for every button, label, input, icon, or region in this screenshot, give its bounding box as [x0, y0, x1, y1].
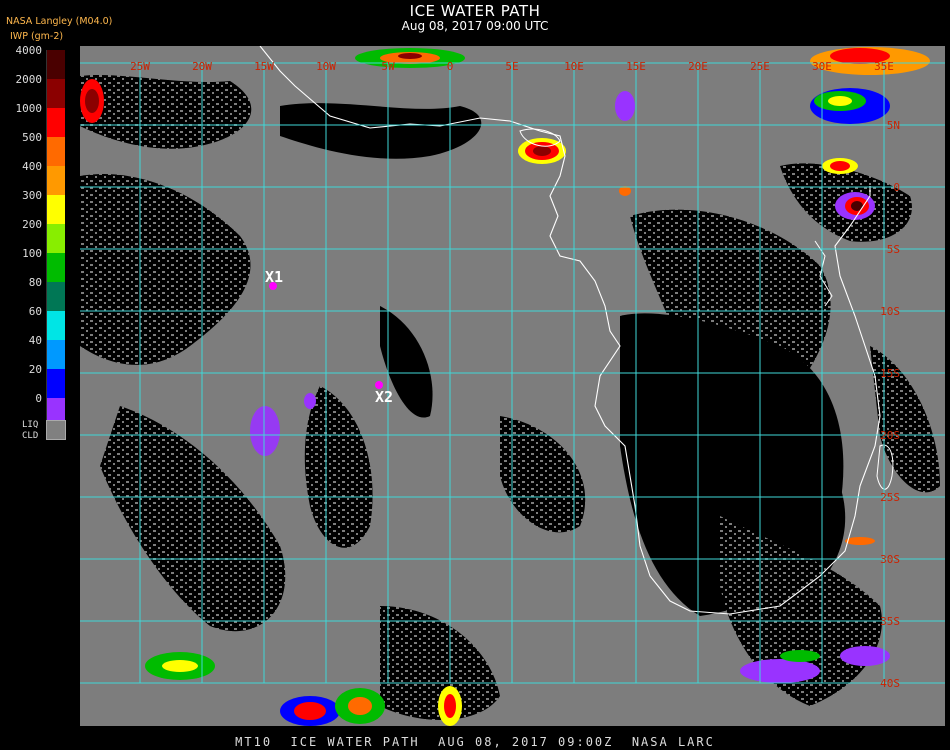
legend-swatch [46, 253, 65, 282]
legend-label: 400 [22, 160, 42, 173]
longitude-label: 25E [750, 60, 770, 73]
longitude-label: 20E [688, 60, 708, 73]
legend-label: 2000 [15, 73, 43, 86]
legend-swatch [46, 224, 65, 253]
legend-label: 500 [22, 131, 42, 144]
latitude-label: 5S [887, 243, 900, 256]
map-subtitle: Aug 08, 2017 09:00 UTC [401, 19, 549, 33]
legend-label: 4000 [15, 44, 43, 57]
marker-x2-label: X2 [375, 388, 393, 406]
legend-label: 100 [22, 247, 42, 260]
liquid-cloud-label-2: CLD [22, 431, 39, 441]
legend-label: 60 [28, 305, 42, 318]
legend-swatch [46, 311, 65, 340]
map-canvas: 25W 20W 15W 10W 5W 0 5E 10E 15E 20E 25E 30E 35E 5N 0 5… [77, 45, 945, 726]
longitude-label: 20W [192, 60, 212, 73]
legend-swatch [46, 340, 65, 369]
map-title: ICE WATER PATH [409, 2, 541, 20]
longitude-label: 25W [130, 60, 150, 73]
legend-swatch [46, 195, 65, 224]
legend-label: 300 [22, 189, 42, 202]
legend-swatch [46, 137, 65, 166]
marker-x1-label: X1 [265, 268, 283, 286]
longitude-label: 15E [626, 60, 646, 73]
latitude-label: 25S [880, 491, 900, 504]
legend-swatch [46, 369, 65, 398]
latitude-label: 20S [880, 429, 900, 442]
legend-label: 20 [28, 363, 42, 376]
latitude-label: 15S [880, 367, 900, 380]
longitude-label: 35E [874, 60, 894, 73]
latitude-label: 40S [880, 677, 900, 690]
latitude-label: 5N [887, 119, 900, 132]
latitude-label: 10S [880, 305, 900, 318]
longitude-label: 10E [564, 60, 584, 73]
legend-swatch [46, 166, 65, 195]
longitude-label: 10W [316, 60, 336, 73]
legend-label: 1000 [15, 102, 43, 115]
org-label: NASA Langley (M04.0) [6, 16, 113, 27]
legend-label: 40 [28, 334, 42, 347]
latitude-label: 35S [880, 615, 900, 628]
legend-label: 80 [28, 276, 42, 289]
longitude-label: 5E [505, 60, 518, 73]
longitude-label: 30E [812, 60, 832, 73]
legend-label: 200 [22, 218, 42, 231]
satellite-map: 25W 20W 15W 10W 5W 0 5E 10E 15E 20E 25E 30E 35E 5N 0 5… [77, 45, 945, 726]
longitude-label: 0 [447, 60, 454, 73]
legend-swatch [46, 79, 65, 108]
liquid-cloud-label-1: LIQ [22, 420, 39, 430]
latitude-label: 30S [880, 553, 900, 566]
longitude-label: 5W [381, 60, 395, 73]
latitude-label: 0 [893, 181, 900, 194]
legend-swatch [46, 108, 65, 137]
legend-swatch [46, 282, 65, 311]
liquid-cloud-swatch [46, 420, 66, 440]
legend-swatch [46, 50, 65, 79]
footer-caption: MT10 ICE WATER PATH AUG 08, 2017 09:00Z … [235, 735, 715, 749]
color-legend: 4000 2000 1000 500 400 300 200 100 80 60 40 20 0 [0, 44, 80, 446]
legend-label: 0 [35, 392, 42, 405]
longitude-label: 15W [254, 60, 274, 73]
units-label: IWP (gm-2) [10, 31, 64, 42]
